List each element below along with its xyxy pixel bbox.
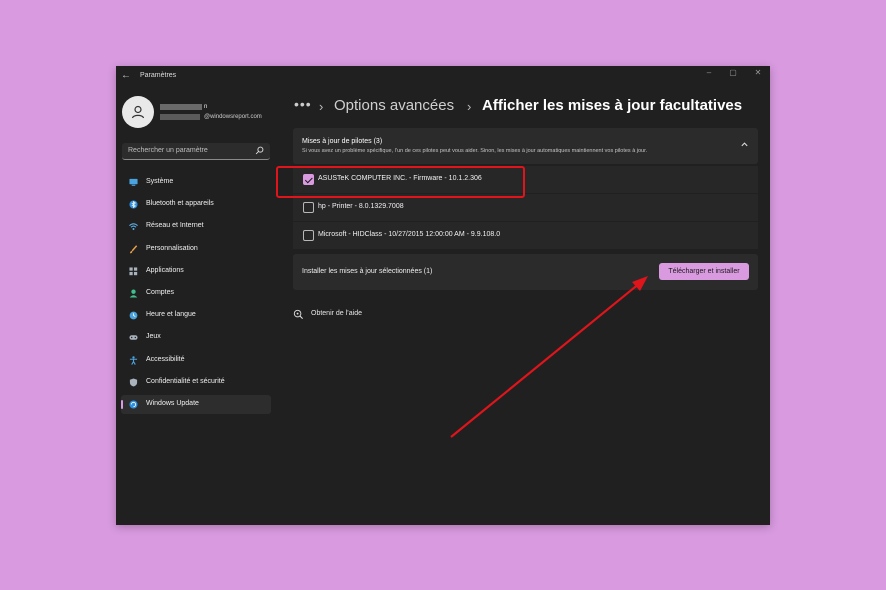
settings-window: ← Paramètres – ▢ ✕ n @windowsreport.com … xyxy=(116,66,770,525)
download-install-button[interactable]: Télécharger et installer xyxy=(659,263,749,280)
selected-indicator xyxy=(121,400,123,409)
sidebar-item-label: Accessibilité xyxy=(146,355,185,363)
user-email: @windowsreport.com xyxy=(204,114,262,120)
sidebar-item[interactable]: Applications xyxy=(121,262,271,281)
driver-row[interactable]: ASUSTeK COMPUTER INC. - Firmware - 10.1.… xyxy=(293,166,758,193)
title-bar: ← Paramètres – ▢ ✕ xyxy=(116,66,770,88)
page-title: Afficher les mises à jour facultatives xyxy=(482,97,743,114)
user-name: n xyxy=(204,104,208,110)
globe-clock-icon xyxy=(129,311,138,320)
sidebar-item-label: Bluetooth et appareils xyxy=(146,200,214,208)
sidebar-item-label: Personnalisation xyxy=(146,244,198,252)
driver-checkbox[interactable] xyxy=(303,174,314,185)
sidebar-item[interactable]: Windows Update xyxy=(121,395,271,414)
avatar[interactable] xyxy=(122,96,154,128)
sidebar-item-label: Heure et langue xyxy=(146,311,196,319)
driver-updates-description: Si vous avez un problème spécifique, l’u… xyxy=(302,148,648,154)
driver-updates-header[interactable]: Mises à jour de pilotes (3) Si vous avez… xyxy=(293,128,758,164)
search-input[interactable]: Rechercher un paramètre xyxy=(122,143,270,160)
sidebar-item[interactable]: Personnalisation xyxy=(121,240,271,259)
sidebar-item[interactable]: Système xyxy=(121,173,271,192)
sidebar-item-label: Comptes xyxy=(146,289,175,296)
driver-label: hp - Printer - 8.0.1329.7008 xyxy=(318,203,404,210)
breadcrumb-parent[interactable]: Options avancées xyxy=(334,97,454,114)
brush-icon xyxy=(130,244,138,253)
system-monitor-icon xyxy=(129,178,138,186)
chevron-up-icon[interactable] xyxy=(740,140,749,149)
driver-checkbox[interactable] xyxy=(303,202,314,213)
search-placeholder: Rechercher un paramètre xyxy=(128,147,208,154)
install-selected-label: Installer les mises à jour sélectionnées… xyxy=(302,268,433,275)
get-help-label: Obtenir de l’aide xyxy=(311,310,362,317)
sidebar-item[interactable]: Confidentialité et sécurité xyxy=(121,373,271,392)
shield-icon xyxy=(129,378,138,387)
windows-update-icon xyxy=(129,400,138,409)
search-icon xyxy=(255,146,264,155)
sidebar-item-label: Applications xyxy=(146,266,184,274)
minimize-icon[interactable]: – xyxy=(702,68,716,77)
breadcrumb-separator: › xyxy=(467,99,472,114)
driver-row[interactable]: hp - Printer - 8.0.1329.7008 xyxy=(293,194,758,221)
maximize-icon[interactable]: ▢ xyxy=(726,68,740,77)
sidebar-item[interactable]: Accessibilité xyxy=(121,351,271,370)
sidebar-item-label: Confidentialité et sécurité xyxy=(146,377,225,385)
driver-checkbox[interactable] xyxy=(303,230,314,241)
apps-icon xyxy=(129,267,138,275)
driver-row[interactable]: Microsoft - HIDClass - 10/27/2015 12:00:… xyxy=(293,222,758,249)
user-name-blur xyxy=(160,104,202,110)
bluetooth-icon xyxy=(129,200,138,209)
help-icon xyxy=(293,309,304,320)
install-selected-row: Installer les mises à jour sélectionnées… xyxy=(293,254,758,290)
user-email-blur xyxy=(160,114,200,120)
driver-label: Microsoft - HIDClass - 10/27/2015 12:00:… xyxy=(318,231,501,238)
close-icon[interactable]: ✕ xyxy=(751,68,765,77)
sidebar-item-label: Système xyxy=(146,178,174,185)
driver-label: ASUSTeK COMPUTER INC. - Firmware - 10.1.… xyxy=(318,175,482,182)
wifi-icon xyxy=(129,223,138,231)
app-title: Paramètres xyxy=(140,72,177,79)
sidebar-item[interactable]: Bluetooth et appareils xyxy=(121,195,271,214)
sidebar-item[interactable]: Heure et langue xyxy=(121,306,271,325)
sidebar-item-label: Jeux xyxy=(146,333,161,341)
breadcrumb-separator: › xyxy=(319,99,324,114)
person-icon xyxy=(129,289,138,298)
sidebar-item-label: Réseau et Internet xyxy=(146,222,204,230)
back-arrow-icon[interactable]: ← xyxy=(121,70,131,81)
driver-updates-title: Mises à jour de pilotes (3) xyxy=(302,138,383,145)
person-avatar-icon xyxy=(131,105,145,119)
gamepad-icon xyxy=(129,335,138,341)
sidebar-item[interactable]: Comptes xyxy=(121,284,271,303)
breadcrumb-overflow-button[interactable]: ••• xyxy=(294,96,312,112)
sidebar-item[interactable]: Jeux xyxy=(121,328,271,347)
sidebar-item-label: Windows Update xyxy=(146,400,199,407)
sidebar-item[interactable]: Réseau et Internet xyxy=(121,217,271,236)
accessibility-icon xyxy=(129,355,138,365)
